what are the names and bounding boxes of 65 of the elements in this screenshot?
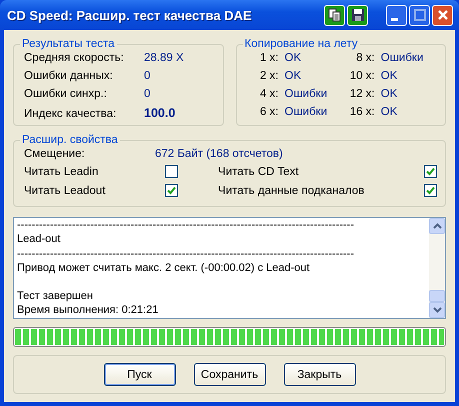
dialog-button[interactable]: Закрыть bbox=[284, 363, 356, 386]
checkmark-icon bbox=[167, 186, 176, 195]
checkbox[interactable] bbox=[165, 165, 178, 178]
checkbox[interactable] bbox=[424, 184, 437, 197]
copy-result: OK bbox=[284, 52, 302, 64]
option-label: Читать Leadout bbox=[24, 184, 106, 196]
copy-result: OK bbox=[380, 88, 398, 100]
result-value: 0 bbox=[144, 70, 152, 82]
dialog-button[interactable]: Пуск bbox=[104, 363, 176, 386]
chevron-down-icon bbox=[432, 307, 442, 313]
copy-result: OK bbox=[380, 106, 398, 118]
result-value: 100.0 bbox=[144, 106, 176, 120]
speed-label: 6 x: bbox=[258, 106, 278, 118]
speed-label: 12 x: bbox=[348, 88, 375, 100]
log-line: Привод может считать макс. 2 сект. (-00:00.02) с Lead-out bbox=[17, 262, 311, 276]
chevron-up-icon bbox=[432, 223, 442, 229]
offset-value: 672 Байт (168 отсчетов) bbox=[155, 148, 283, 160]
log-line: -------------------------------------------------------------------------------------------- bbox=[17, 248, 356, 262]
speed-label: 10 x: bbox=[348, 70, 375, 82]
speed-label: 4 x: bbox=[258, 88, 278, 100]
result-label: Средняя скорость: bbox=[24, 52, 125, 64]
option-label: Читать Leadin bbox=[24, 166, 98, 178]
result-label: Индекс качества: bbox=[24, 108, 118, 120]
result-label: Ошибки синхр.: bbox=[24, 88, 108, 100]
group-title: Результаты теста bbox=[21, 38, 116, 50]
copy-result: Ошибки bbox=[284, 88, 328, 100]
speed-label: 2 x: bbox=[258, 70, 278, 82]
group-title: Копирование на лету bbox=[244, 38, 359, 50]
minimize-button[interactable] bbox=[386, 4, 407, 26]
option-label: Читать CD Text bbox=[218, 166, 299, 178]
scroll-thumb[interactable] bbox=[429, 290, 445, 302]
log-line: Lead-out bbox=[17, 233, 62, 248]
log-line: Время выполнения: 0:21:21 bbox=[17, 304, 160, 318]
copy-result: Ошибки bbox=[380, 52, 424, 64]
scroll-down-button[interactable] bbox=[429, 302, 445, 318]
speed-label: 16 x: bbox=[348, 106, 375, 118]
log-line: Тест завершен bbox=[17, 290, 94, 304]
copy-result: OK bbox=[380, 70, 398, 82]
copy-result: Ошибки bbox=[284, 106, 328, 118]
dialog-button[interactable]: Сохранить bbox=[194, 363, 266, 386]
result-label: Ошибки данных: bbox=[24, 70, 114, 82]
checkbox[interactable] bbox=[165, 184, 178, 197]
result-value: 0 bbox=[144, 88, 152, 100]
minimize-icon bbox=[390, 18, 398, 21]
speed-label: 1 x: bbox=[258, 52, 278, 64]
maximize-button[interactable] bbox=[409, 4, 430, 26]
checkbox[interactable] bbox=[424, 165, 437, 178]
close-icon bbox=[436, 9, 448, 21]
documents-icon bbox=[328, 8, 342, 22]
window-title: CD Speed: Расшир. тест качества DAE bbox=[7, 8, 253, 22]
scroll-up-button[interactable] bbox=[429, 218, 445, 234]
speed-label: 8 x: bbox=[355, 52, 375, 64]
checkmark-icon bbox=[426, 167, 435, 176]
copy-result: OK bbox=[284, 70, 302, 82]
option-label: Читать данные подканалов bbox=[218, 184, 364, 196]
log-line: -------------------------------------------------------------------------------------------- bbox=[17, 219, 356, 233]
result-value: 28.89 X bbox=[144, 52, 185, 64]
maximize-icon bbox=[414, 9, 426, 21]
close-button[interactable] bbox=[432, 4, 453, 26]
group-title: Расшир. свойства bbox=[21, 134, 119, 146]
copy-button[interactable] bbox=[324, 4, 345, 26]
scrollbar[interactable] bbox=[429, 218, 445, 318]
offset-label: Смещение: bbox=[24, 148, 86, 160]
checkmark-icon bbox=[426, 186, 435, 195]
save-button[interactable] bbox=[347, 4, 368, 26]
